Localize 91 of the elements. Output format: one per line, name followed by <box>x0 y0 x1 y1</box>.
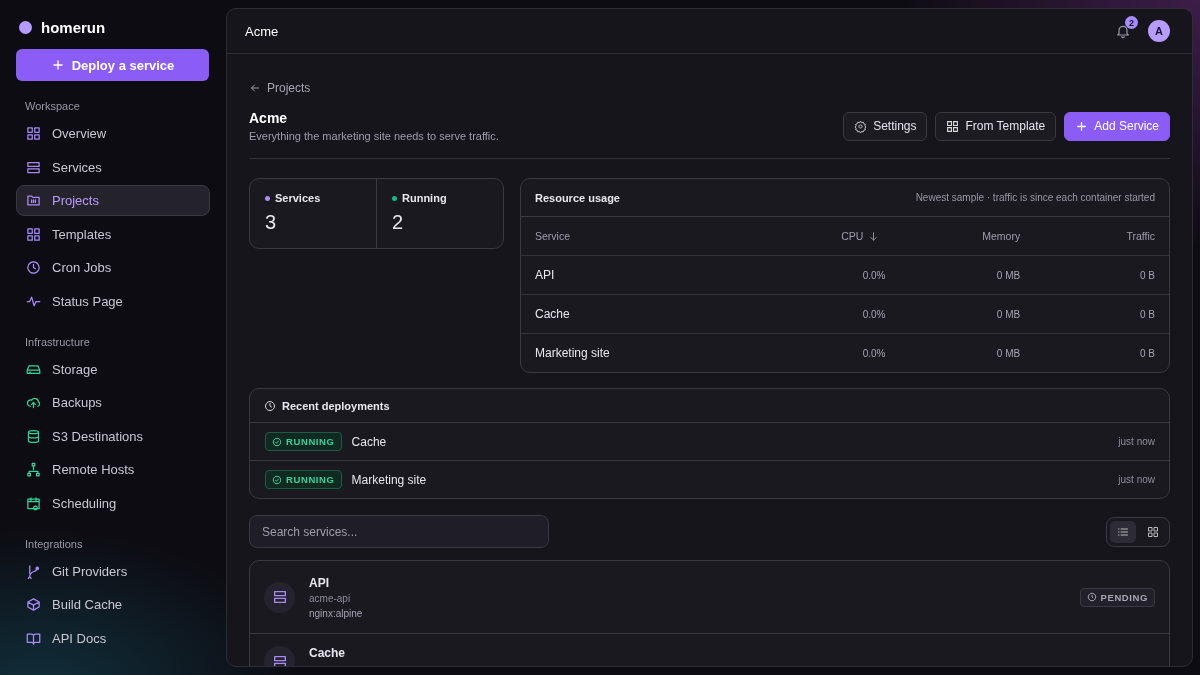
table-cell: API <box>535 268 555 282</box>
service-row[interactable]: API acme-api nginx:alpine PENDING <box>250 561 1169 633</box>
section-heading: Integrations <box>24 537 84 552</box>
table-cell: 0 MB <box>996 308 1021 320</box>
list-icon <box>1117 525 1129 538</box>
column-header[interactable]: Memory <box>982 230 1021 242</box>
section-heading: Infrastructure <box>24 335 91 350</box>
table-cell: 0 MB <box>996 347 1021 359</box>
settings-icon <box>854 119 868 133</box>
section-heading: Workspace <box>24 100 81 114</box>
stat-label: Services <box>275 192 321 204</box>
search-field[interactable]: Search services... <box>249 515 549 548</box>
grid-icon <box>1147 525 1159 538</box>
sidebar-item[interactable]: Backups <box>16 387 210 418</box>
table-cell: 0 B <box>1140 308 1155 320</box>
table-cell: Marketing site <box>535 346 610 360</box>
notification-badge: 2 <box>1125 16 1138 29</box>
deploy-button[interactable]: Deploy a service <box>16 49 209 81</box>
brand-name: homerun <box>41 18 106 36</box>
sidebar-item[interactable]: Git Providers <box>16 555 210 587</box>
grid-icon <box>946 119 960 133</box>
card-title: Recent deployments <box>282 399 390 412</box>
back-link[interactable]: Projects <box>249 81 311 95</box>
nav-icon <box>26 293 41 309</box>
plus-icon <box>50 58 65 72</box>
settings-button[interactable]: Settings <box>843 111 928 141</box>
logo-icon <box>19 20 32 34</box>
status-badge: RUNNING <box>265 432 342 451</box>
table-cell: 0 B <box>1140 269 1155 281</box>
nav-icon <box>26 428 41 444</box>
server-icon <box>264 581 295 613</box>
table-cell: Cache <box>535 307 570 321</box>
sidebar-item[interactable]: Remote Hosts <box>16 454 210 485</box>
sidebar-item[interactable]: API Docs <box>16 622 210 654</box>
avatar[interactable]: A <box>1148 20 1170 42</box>
page-title: Acme <box>245 23 279 39</box>
nav-icon <box>26 630 41 646</box>
stat-value: 2 <box>392 211 405 234</box>
arrow-left-icon <box>249 82 261 94</box>
nav-icon <box>26 260 41 275</box>
plus-icon <box>1075 119 1089 133</box>
project-title: Acme <box>249 110 289 126</box>
add-service-button[interactable]: Add Service <box>1064 111 1170 141</box>
table-cell: 0.0% <box>862 308 886 320</box>
project-description: Everything the marketing site needs to serve traffic. <box>249 130 499 142</box>
table-cell: 0.0% <box>862 347 886 359</box>
sidebar-item[interactable]: Status Page <box>16 285 210 317</box>
nav-icon <box>26 495 41 511</box>
table-cell: 0 MB <box>996 269 1021 281</box>
service-image: nginx:alpine <box>309 607 364 619</box>
sidebar-item[interactable]: S3 Destinations <box>16 420 210 452</box>
deployment-name[interactable]: Marketing site <box>351 472 427 487</box>
sidebar-item[interactable]: Projects <box>16 185 210 216</box>
sidebar-item[interactable]: Build Cache <box>16 589 210 620</box>
status-badge: RUNNING <box>265 470 342 489</box>
nav-icon <box>26 193 41 208</box>
nav-icon <box>26 159 41 175</box>
card-note: Newest sample · traffic is since each container started <box>915 192 1155 203</box>
service-row[interactable]: Cache <box>250 633 1169 666</box>
stat-label: Running <box>402 192 447 204</box>
table-cell: 0.0% <box>862 269 886 281</box>
service-name: Cache <box>309 646 347 660</box>
service-name: API <box>309 575 330 590</box>
column-header[interactable]: Service <box>535 230 570 242</box>
service-slug: acme-api <box>309 592 352 604</box>
nav-icon <box>26 395 41 410</box>
card-title: Resource usage <box>535 191 620 204</box>
status-badge: PENDING <box>1079 587 1155 607</box>
sort-arrow-icon[interactable] <box>868 230 880 242</box>
sidebar-item[interactable]: Services <box>16 151 210 183</box>
stat-value: 3 <box>265 211 278 234</box>
sidebar-item[interactable]: Storage <box>16 353 210 385</box>
table-cell: 0 B <box>1140 347 1155 359</box>
clock-icon <box>264 399 276 412</box>
template-button[interactable]: From Template <box>935 111 1057 141</box>
nav-icon <box>26 126 41 141</box>
sidebar-item[interactable]: Templates <box>16 218 210 250</box>
deployment-name[interactable]: Cache <box>351 434 387 449</box>
sidebar-item[interactable]: Overview <box>16 118 210 149</box>
sidebar-item[interactable]: Cron Jobs <box>16 252 210 283</box>
column-header[interactable]: Traffic <box>1126 230 1155 242</box>
nav-icon <box>26 597 41 612</box>
column-header[interactable]: CPU <box>841 230 864 242</box>
sidebar-item[interactable]: Scheduling <box>16 487 210 519</box>
deployment-time: just now <box>1118 474 1155 485</box>
nav-icon <box>26 226 41 242</box>
nav-icon <box>26 563 41 579</box>
nav-icon <box>26 462 41 477</box>
deployment-time: just now <box>1118 436 1155 447</box>
notification-icon[interactable] <box>1115 23 1131 39</box>
list-view-button[interactable] <box>1110 520 1136 543</box>
